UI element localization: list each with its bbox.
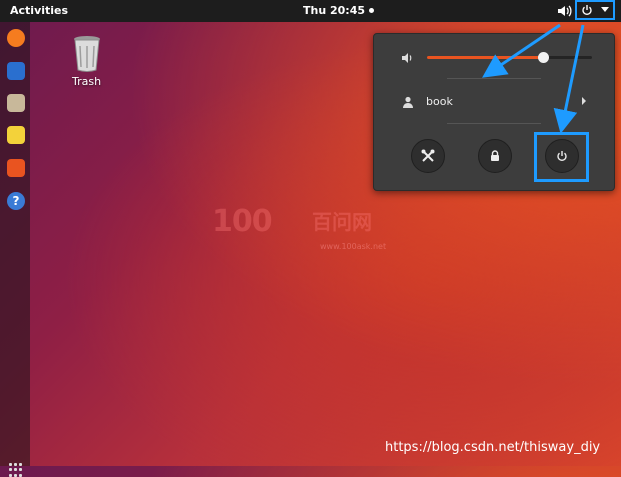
system-menu: book [373,33,615,191]
show-applications-icon[interactable] [9,463,23,477]
separator [447,78,541,79]
notification-dot-icon [369,8,375,13]
volume-icon [402,53,412,63]
watermark-brand: 百问网 [312,210,372,234]
activities-button[interactable]: Activities [10,4,68,17]
dock: ? [0,22,30,477]
watermark-logo: 100 [212,204,273,239]
trash-label: Trash [72,75,102,88]
software-center-icon[interactable] [7,159,25,177]
clock-button[interactable]: Thu 20:45 [303,4,375,17]
volume-slider-handle[interactable] [537,52,549,63]
help-icon[interactable]: ? [7,192,25,210]
firefox-icon[interactable] [7,29,25,47]
chevron-right-icon [582,97,586,105]
settings-icon [421,149,435,162]
user-menu-item[interactable]: book [426,95,453,108]
power-icon [582,5,592,16]
top-bar: Activities Thu 20:45 [0,0,621,22]
highlight-box [534,132,589,182]
files-icon[interactable] [7,94,25,112]
trash-icon[interactable] [70,34,104,76]
lock-button[interactable] [478,139,512,173]
clock-text: Thu 20:45 [303,4,366,17]
separator [447,123,541,124]
volume-slider[interactable] [427,52,592,63]
speaker-icon[interactable] [556,3,572,19]
lock-icon [491,150,499,161]
user-icon [403,96,413,108]
rhythmbox-icon[interactable] [7,126,25,144]
thunderbird-icon[interactable] [7,62,25,80]
settings-button[interactable] [411,139,445,173]
volume-slider-fill [427,56,543,59]
system-menu-button[interactable] [575,0,615,20]
triangle-down-icon [601,7,609,12]
watermark-url: www.100ask.net [320,242,387,251]
source-watermark: https://blog.csdn.net/thisway_diy [385,440,601,455]
